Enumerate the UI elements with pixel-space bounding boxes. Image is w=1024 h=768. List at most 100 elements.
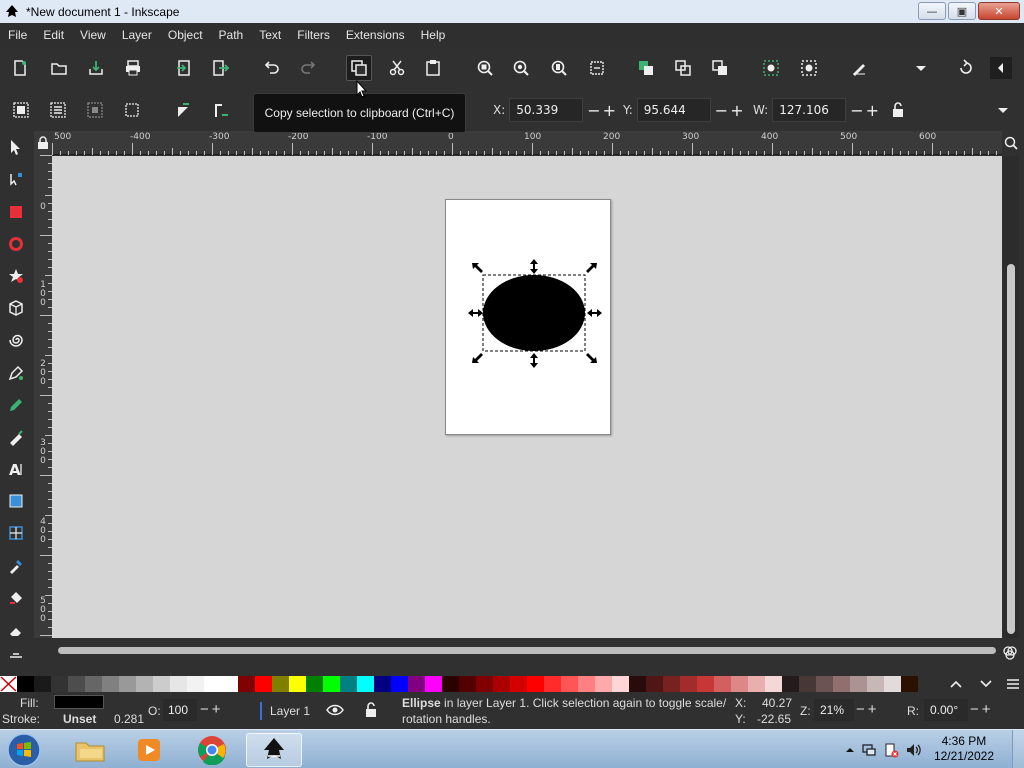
group-icon[interactable] [760,57,782,79]
rotate-cw-icon[interactable] [210,99,232,121]
color-swatch[interactable] [697,676,714,692]
menu-edit[interactable]: Edit [35,28,72,42]
ellipse-tool-icon[interactable] [4,232,28,256]
inkscape-taskbar-icon[interactable] [246,733,302,767]
palette-scroll-up-icon[interactable] [946,674,966,694]
menu-file[interactable]: File [0,28,35,42]
opacity-stepper[interactable]: −+ [200,701,224,718]
rotation-input[interactable]: 0.00° [924,699,968,721]
start-button[interactable] [4,731,44,768]
zoom-input[interactable]: 21% [814,699,854,721]
color-swatch[interactable] [255,676,272,692]
color-swatch[interactable] [765,676,782,692]
vertical-scroll-thumb[interactable] [1007,264,1015,634]
taskbar-clock[interactable]: 4:36 PM 12/21/2022 [934,734,994,764]
zoom-page-icon[interactable] [548,57,570,79]
deselect-icon[interactable] [84,99,106,121]
action-center-icon[interactable] [883,742,899,758]
new-document-icon[interactable] [9,57,31,79]
color-swatch[interactable] [68,676,85,692]
color-swatch[interactable] [34,676,51,692]
spiral-tool-icon[interactable] [4,328,28,352]
color-swatch[interactable] [374,676,391,692]
media-player-taskbar-icon[interactable] [121,733,177,767]
color-swatch[interactable] [102,676,119,692]
color-swatch[interactable] [340,676,357,692]
calligraphy-tool-icon[interactable] [4,425,28,449]
color-managed-icon[interactable] [1000,643,1020,663]
color-swatch[interactable] [357,676,374,692]
unlink-clone-icon[interactable] [709,57,731,79]
zoom-page-width-icon[interactable] [586,57,608,79]
toolbar-overflow-icon[interactable] [910,57,932,79]
color-swatch[interactable] [17,676,34,692]
save-icon[interactable] [85,57,107,79]
zoom-tool-icon[interactable] [4,646,28,662]
zoom-corner-icon[interactable] [1003,131,1019,155]
color-swatch[interactable] [510,676,527,692]
menu-layer[interactable]: Layer [114,28,160,42]
color-swatch[interactable] [816,676,833,692]
menu-extensions[interactable]: Extensions [338,28,413,42]
color-swatch[interactable] [323,676,340,692]
redo-icon[interactable] [298,57,320,79]
color-swatch[interactable] [238,676,255,692]
color-swatch[interactable] [136,676,153,692]
minimize-button[interactable]: — [918,2,946,20]
collapse-panel-icon[interactable] [990,57,1012,79]
color-swatch[interactable] [527,676,544,692]
color-swatch[interactable] [595,676,612,692]
color-swatch[interactable] [85,676,102,692]
tray-expand-icon[interactable] [845,745,855,755]
fill-indicator[interactable] [54,695,104,709]
drawing-canvas[interactable] [52,156,1002,638]
color-swatch[interactable] [408,676,425,692]
w-stepper[interactable]: −+ [850,101,888,120]
color-swatch[interactable] [289,676,306,692]
color-swatch[interactable] [306,676,323,692]
chrome-taskbar-icon[interactable] [184,733,240,767]
color-swatch[interactable] [391,676,408,692]
lock-ratio-icon[interactable] [887,99,909,121]
pencil-tool-icon[interactable] [4,393,28,417]
open-folder-icon[interactable] [48,57,70,79]
palette-menu-icon[interactable] [1003,674,1023,694]
eraser-tool-icon[interactable] [4,618,28,642]
w-input[interactable]: 127.106 [772,98,847,122]
pen-tool-icon[interactable] [4,361,28,385]
horizontal-scrollbar[interactable] [52,640,1002,660]
select-same-icon[interactable] [121,99,143,121]
copy-icon[interactable] [346,55,372,81]
paint-bucket-tool-icon[interactable] [4,586,28,610]
color-swatch[interactable] [476,676,493,692]
color-swatch[interactable] [731,676,748,692]
color-swatch[interactable] [459,676,476,692]
dropper-tool-icon[interactable] [4,554,28,578]
color-swatch[interactable] [187,676,204,692]
import-icon[interactable] [173,57,195,79]
color-swatch[interactable] [561,676,578,692]
color-swatch[interactable] [544,676,561,692]
color-swatch[interactable] [578,676,595,692]
color-swatch[interactable] [748,676,765,692]
layer-visibility-icon[interactable] [326,702,344,721]
guide-lock-icon[interactable] [34,131,52,155]
color-swatch[interactable] [221,676,238,692]
color-swatch[interactable] [884,676,901,692]
color-swatch[interactable] [833,676,850,692]
x-stepper[interactable]: −+ [587,101,625,120]
no-paint-swatch[interactable] [0,676,17,692]
color-swatch[interactable] [153,676,170,692]
print-icon[interactable] [122,57,144,79]
menu-object[interactable]: Object [160,28,211,42]
select-all-layers-icon[interactable] [47,99,69,121]
color-swatch[interactable] [646,676,663,692]
stroke-indicator[interactable]: Unset [63,712,96,726]
star-tool-icon[interactable] [4,264,28,288]
mesh-tool-icon[interactable] [4,521,28,545]
x-input[interactable]: 50.339 [509,98,584,122]
menu-filters[interactable]: Filters [289,28,338,42]
color-swatch[interactable] [51,676,68,692]
color-swatch[interactable] [119,676,136,692]
stroke-width-value[interactable]: 0.281 [114,712,144,726]
